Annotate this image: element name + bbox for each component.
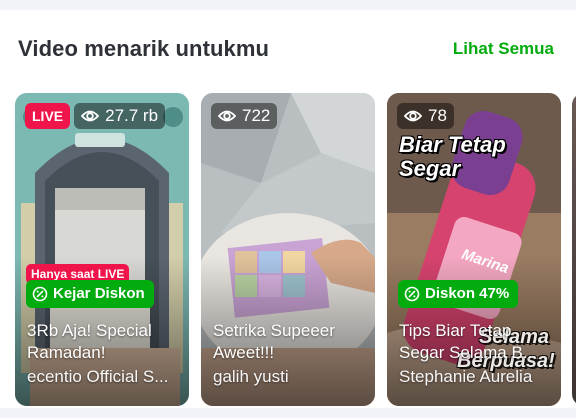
video-caption: Tips Biar Tetap Segar Selama B... Stepha…	[399, 320, 551, 388]
view-count: 722	[211, 103, 278, 129]
promo-label: Diskon 47%	[425, 285, 510, 302]
view-count-value: 78	[428, 106, 447, 125]
promo-badge: Kejar Diskon	[26, 280, 154, 308]
view-count: 78	[397, 103, 454, 129]
shop-name: galih yusti	[213, 367, 289, 386]
video-card-3[interactable]: Biar Tetap Segar Marina 78 Diskon 47% Se…	[387, 93, 561, 406]
see-all-link[interactable]: Lihat Semua	[453, 39, 554, 59]
eye-icon	[81, 110, 100, 122]
card-stats: 722	[211, 103, 278, 129]
video-title: 3Rb Aja! Special Ramadan!	[27, 321, 152, 362]
promo-label: Kejar Diskon	[53, 285, 145, 302]
video-caption: Setrika Supeeer Aweet!!! galih yusti	[213, 320, 365, 388]
shop-name: ecentio Official S...	[27, 367, 169, 386]
video-card-2[interactable]: 722 Setrika Supeeer Aweet!!! galih yusti	[201, 93, 375, 406]
card-stats: 78	[397, 103, 454, 129]
video-title: Setrika Supeeer Aweet!!!	[213, 321, 335, 362]
video-caption: 3Rb Aja! Special Ramadan! ecentio Offici…	[27, 320, 179, 388]
video-card-4-peek[interactable]	[572, 93, 576, 406]
live-badge: LIVE	[25, 103, 71, 129]
view-count: 27.7 rb	[74, 103, 166, 129]
eye-icon	[404, 110, 422, 122]
section-header: Video menarik untukmu Lihat Semua	[18, 34, 554, 64]
view-count-value: 27.7 rb	[105, 106, 159, 125]
card-stats: LIVE 27.7 rb	[25, 103, 166, 129]
video-card-1[interactable]: LIVE 27.7 rb Hanya saat LIVE Kejar Disko…	[15, 93, 189, 406]
video-section: Video menarik untukmu Lihat Semua LIVE 2…	[0, 10, 576, 408]
video-title: Tips Biar Tetap Segar Selama B...	[399, 321, 537, 362]
video-carousel[interactable]: LIVE 27.7 rb Hanya saat LIVE Kejar Disko…	[15, 93, 576, 406]
eye-icon	[218, 110, 236, 122]
promo-badge: Diskon 47%	[398, 280, 519, 308]
view-count-value: 722	[242, 106, 271, 125]
discount-icon	[32, 286, 48, 302]
shop-name: Stephanie Aurelia	[399, 367, 533, 386]
overlay-headline: Biar Tetap Segar	[399, 132, 506, 181]
section-title: Video menarik untukmu	[18, 36, 270, 61]
discount-icon	[404, 286, 420, 302]
